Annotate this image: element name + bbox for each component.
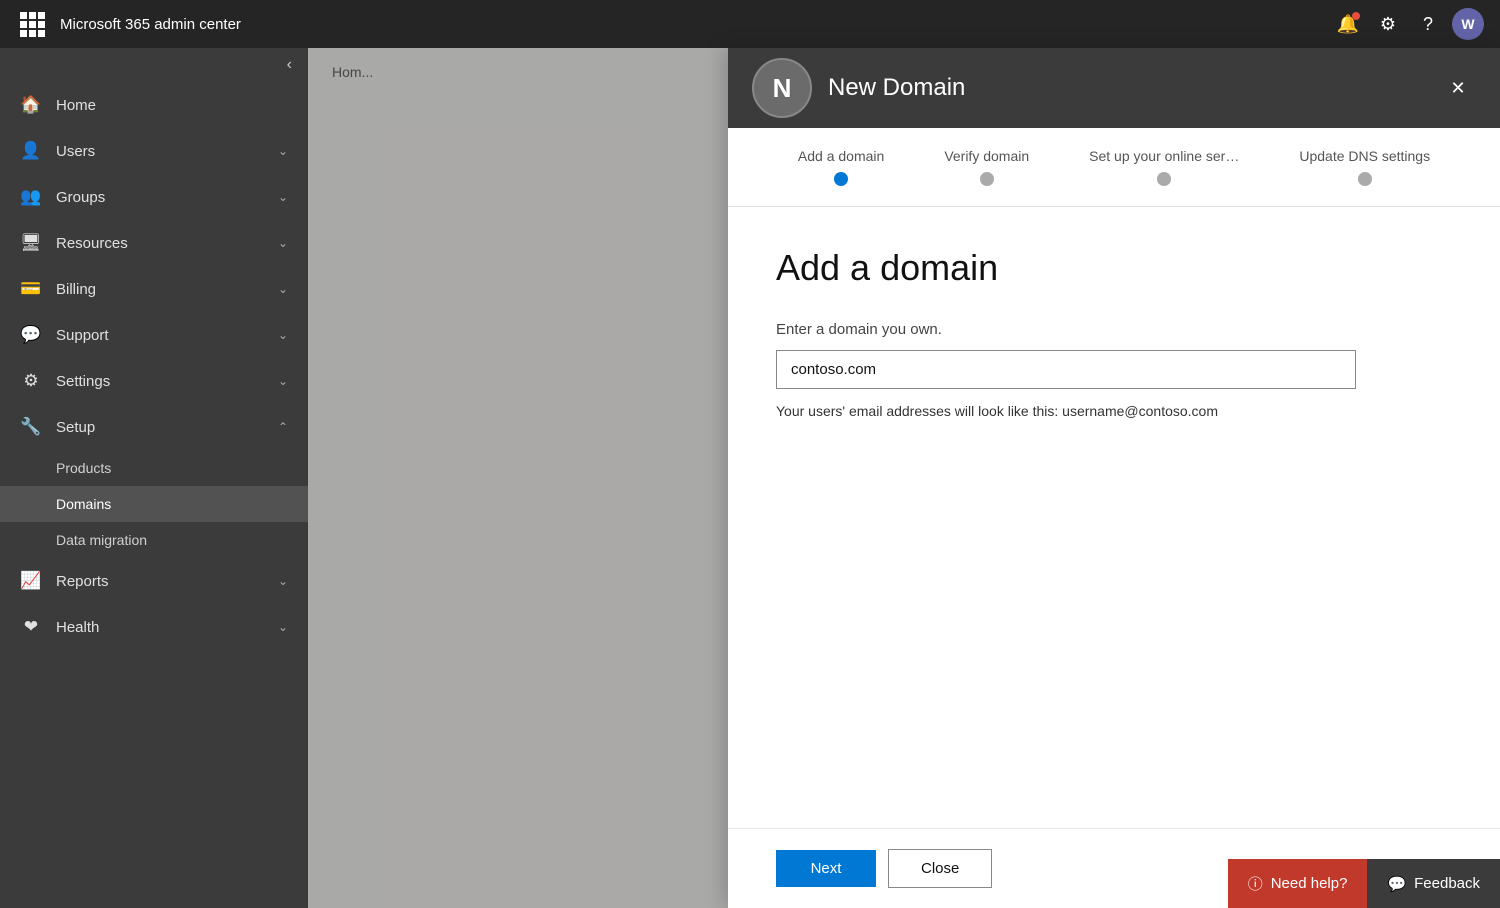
sidebar-item-reports[interactable]: 📈 Reports ⌄	[0, 558, 308, 604]
sidebar-item-users[interactable]: 👤 Users ⌄	[0, 128, 308, 174]
chevron-down-icon: ⌄	[278, 282, 288, 296]
modal-avatar: N	[752, 58, 812, 118]
topbar: Microsoft 365 admin center 🔔 ⚙ ? W	[0, 0, 1500, 48]
help-button[interactable]: ?	[1412, 8, 1444, 40]
modal-title: New Domain	[828, 74, 1440, 102]
sidebar-item-label: Settings	[56, 373, 264, 390]
modal-header: N New Domain ✕	[728, 48, 1500, 128]
wizard-step-label: Update DNS settings	[1299, 148, 1430, 164]
sidebar-sub-item-label: Products	[56, 460, 288, 476]
wizard-step-label: Verify domain	[944, 148, 1029, 164]
modal-overlay: N New Domain ✕ Add a domain Verify domai…	[308, 48, 1500, 908]
next-button[interactable]: Next	[776, 850, 876, 887]
chevron-down-icon: ⌄	[278, 236, 288, 250]
sidebar-item-label: Users	[56, 143, 264, 160]
chevron-down-icon: ⌄	[278, 620, 288, 634]
modal-panel: N New Domain ✕ Add a domain Verify domai…	[728, 48, 1500, 908]
wizard-step-update-dns[interactable]: Update DNS settings	[1299, 148, 1430, 186]
domain-field-label: Enter a domain you own.	[776, 321, 1452, 338]
wizard-step-label: Add a domain	[798, 148, 884, 164]
sidebar-item-label: Reports	[56, 573, 264, 590]
support-icon: 💬	[20, 324, 42, 346]
sidebar-item-setup[interactable]: 🔧 Setup ⌃	[0, 404, 308, 450]
modal-close-button[interactable]: ✕	[1440, 70, 1476, 106]
close-button[interactable]: Close	[888, 849, 992, 888]
bottom-bar: ⓘ Need help? 💬 Feedback	[1228, 859, 1500, 908]
sidebar-item-label: Home	[56, 97, 288, 114]
chevron-down-icon: ⌄	[278, 144, 288, 158]
feedback-button[interactable]: 💬 Feedback	[1367, 859, 1500, 908]
chevron-down-icon: ⌄	[278, 328, 288, 342]
sidebar-item-label: Health	[56, 619, 264, 636]
sidebar-sub-item-label: Domains	[56, 496, 288, 512]
settings-button[interactable]: ⚙	[1372, 8, 1404, 40]
sidebar-item-home[interactable]: 🏠 Home	[0, 82, 308, 128]
help-circle-icon: ⓘ	[1248, 873, 1263, 894]
sidebar-item-label: Groups	[56, 189, 264, 206]
topbar-actions: 🔔 ⚙ ? W	[1332, 8, 1484, 40]
wizard-step-indicator	[1358, 172, 1372, 186]
sidebar-item-label: Resources	[56, 235, 264, 252]
feedback-label: Feedback	[1414, 875, 1480, 892]
reports-icon: 📈	[20, 570, 42, 592]
sidebar-item-support[interactable]: 💬 Support ⌄	[0, 312, 308, 358]
users-icon: 👤	[20, 140, 42, 162]
home-icon: 🏠	[20, 94, 42, 116]
billing-icon: 💳	[20, 278, 42, 300]
wizard-steps: Add a domain Verify domain Set up your o…	[728, 128, 1500, 207]
modal-avatar-initial: N	[773, 73, 792, 104]
sidebar-item-data-migration[interactable]: Data migration	[0, 522, 308, 558]
wizard-step-verify-domain[interactable]: Verify domain	[944, 148, 1029, 186]
sidebar-item-domains[interactable]: Domains	[0, 486, 308, 522]
health-icon: ❤	[20, 616, 42, 638]
app-title: Microsoft 365 admin center	[60, 16, 1332, 33]
setup-icon: 🔧	[20, 416, 42, 438]
groups-icon: 👥	[20, 186, 42, 208]
wizard-step-add-domain[interactable]: Add a domain	[798, 148, 884, 186]
sidebar-item-label: Support	[56, 327, 264, 344]
wizard-step-indicator	[980, 172, 994, 186]
sidebar-item-label: Billing	[56, 281, 264, 298]
waffle-icon	[20, 12, 45, 37]
sidebar-sub-item-label: Data migration	[56, 532, 288, 548]
need-help-button[interactable]: ⓘ Need help?	[1228, 859, 1368, 908]
wizard-step-indicator	[1157, 172, 1171, 186]
wizard-step-label: Set up your online ser…	[1089, 148, 1239, 164]
domain-input[interactable]	[776, 350, 1356, 389]
sidebar-item-products[interactable]: Products	[0, 450, 308, 486]
sidebar-item-resources[interactable]: 🖥 Resources ⌄	[0, 220, 308, 266]
chevron-left-icon: ‹	[287, 56, 292, 74]
wizard-step-setup-online[interactable]: Set up your online ser…	[1089, 148, 1239, 186]
sidebar-item-billing[interactable]: 💳 Billing ⌄	[0, 266, 308, 312]
sidebar-item-label: Setup	[56, 419, 264, 436]
modal-page-title: Add a domain	[776, 247, 1452, 289]
settings-icon: ⚙	[20, 370, 42, 392]
need-help-label: Need help?	[1271, 875, 1348, 892]
modal-body: Add a domain Enter a domain you own. You…	[728, 207, 1500, 828]
feedback-icon: 💬	[1387, 875, 1406, 893]
notifications-button[interactable]: 🔔	[1332, 8, 1364, 40]
chevron-down-icon: ⌄	[278, 190, 288, 204]
sidebar-collapse-button[interactable]: ‹	[0, 48, 308, 82]
waffle-menu-button[interactable]	[16, 8, 48, 40]
sidebar: ‹ 🏠 Home 👤 Users ⌄ 👥 Groups ⌄ 🖥 Resource…	[0, 48, 308, 908]
sidebar-item-groups[interactable]: 👥 Groups ⌄	[0, 174, 308, 220]
email-preview-text: Your users' email addresses will look li…	[776, 403, 1452, 419]
resources-icon: 🖥	[20, 232, 42, 254]
wizard-step-indicator	[834, 172, 848, 186]
user-avatar[interactable]: W	[1452, 8, 1484, 40]
chevron-down-icon: ⌄	[278, 574, 288, 588]
chevron-down-icon: ⌄	[278, 374, 288, 388]
chevron-up-icon: ⌃	[278, 420, 288, 434]
sidebar-item-health[interactable]: ❤ Health ⌄	[0, 604, 308, 650]
sidebar-item-settings[interactable]: ⚙ Settings ⌄	[0, 358, 308, 404]
